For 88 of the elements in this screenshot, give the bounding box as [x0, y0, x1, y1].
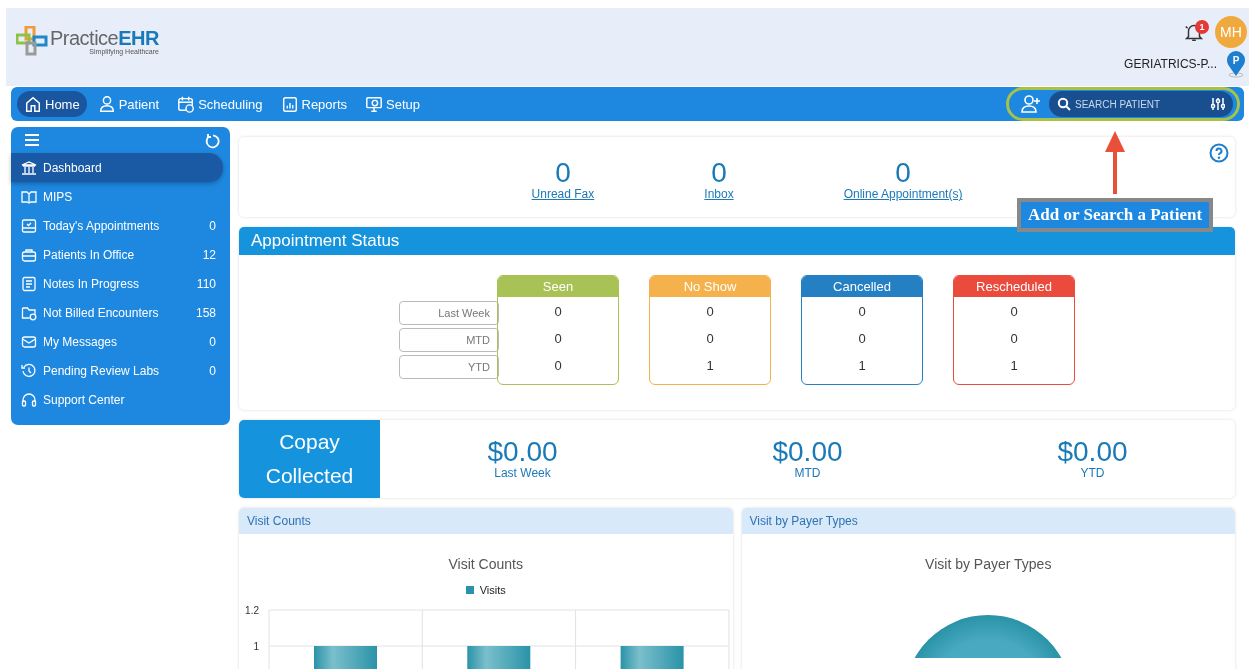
stat-link[interactable]: Inbox: [704, 187, 734, 201]
add-patient-icon[interactable]: [1021, 94, 1041, 114]
menu-icon[interactable]: [24, 133, 40, 147]
table-cell-text: 0: [1009, 330, 1019, 348]
table-cell-text: 0: [857, 303, 867, 321]
sidebar-item[interactable]: My Messages 0: [11, 327, 230, 356]
sidebar-item[interactable]: Notes In Progress 110: [11, 269, 230, 298]
location-pin-icon[interactable]: P: [1225, 50, 1247, 78]
panel-header: Visit by Payer Types: [741, 508, 1235, 534]
table-cell-text: 0: [1009, 303, 1019, 321]
search-icon: [1057, 97, 1071, 111]
history-icon: [21, 362, 37, 379]
mail-icon: [21, 333, 37, 350]
logo-icon: [16, 26, 48, 56]
section-header: Appointment Status: [239, 227, 1235, 255]
nav-tab[interactable]: Setup: [358, 91, 427, 117]
arrow-icon: [1103, 130, 1128, 194]
column-header: Rescheduled: [954, 276, 1074, 297]
refresh-icon[interactable]: [204, 133, 220, 149]
stat-value: 0: [711, 159, 727, 187]
headset-icon: [21, 391, 37, 408]
book-icon: [21, 188, 37, 205]
stat-value: 0: [555, 159, 571, 187]
amount-value: $0.00: [772, 438, 843, 466]
home-icon: [24, 95, 42, 113]
table-cell-text: 0: [705, 303, 715, 321]
nav-tab[interactable]: Home: [17, 91, 87, 117]
table-cell-text: 1: [857, 357, 867, 375]
sidebar-item[interactable]: Today's Appointments 0: [11, 211, 230, 240]
sidebar-item[interactable]: Patients In Office 12: [11, 240, 230, 269]
search-field[interactable]: SEARCH PATIENT: [1049, 91, 1233, 117]
sidebar-item[interactable]: MIPS: [11, 182, 230, 211]
table-cell-text: 0: [553, 303, 563, 321]
document-icon: [21, 275, 37, 292]
legend-label: Visits: [479, 584, 506, 596]
axis-tick-label: 1.2: [245, 605, 259, 616]
amount-label: Last Week: [494, 466, 551, 480]
user-avatar[interactable]: MH: [1215, 16, 1247, 48]
sidebar-item[interactable]: Support Center: [11, 385, 230, 414]
chart-title: Visit Counts: [448, 556, 523, 572]
calendar-icon: [177, 95, 196, 113]
axis-tick-label: 1: [253, 641, 259, 652]
bar: [467, 646, 531, 669]
report-icon: [280, 95, 299, 113]
nav-tab[interactable]: Patient: [90, 91, 167, 117]
nav-tab[interactable]: Reports: [273, 91, 355, 117]
bar: [620, 646, 684, 669]
bar: [314, 646, 377, 669]
column-header: Cancelled: [802, 276, 922, 297]
table-cell-text: 0: [553, 357, 563, 375]
row-label: YTD: [399, 355, 499, 379]
briefcase-icon: [21, 246, 37, 263]
table-cell-text: 1: [1009, 357, 1019, 375]
sidebar-item[interactable]: Dashboard: [11, 153, 223, 182]
amount-value: $0.00: [487, 438, 558, 466]
notification-badge: 1: [1195, 20, 1209, 34]
folder-icon: [21, 304, 37, 321]
table-cell-text: 0: [857, 330, 867, 348]
help-icon[interactable]: [1209, 143, 1229, 163]
stat-link[interactable]: Unread Fax: [531, 187, 595, 201]
pin-letter: P: [1232, 55, 1240, 66]
amount-label: MTD: [794, 466, 821, 480]
stat-value: 0: [895, 159, 911, 187]
stat-link[interactable]: Online Appointment(s): [843, 187, 963, 201]
column-header: No Show: [650, 276, 770, 297]
table-cell-text: 1: [705, 357, 715, 375]
row-label: Last Week: [399, 301, 499, 325]
table-cell-text: 0: [705, 330, 715, 348]
sidebar-item[interactable]: Not Billed Encounters 158: [11, 298, 230, 327]
callout-label: Add or Search a Patient: [1017, 198, 1214, 232]
filter-icon[interactable]: [1211, 97, 1225, 111]
row-label: MTD: [399, 328, 499, 352]
column-header: Seen: [498, 276, 618, 297]
bank-icon: [21, 159, 37, 176]
monitor-icon: [365, 95, 384, 113]
copay-title: Collected: [265, 463, 354, 489]
person-icon: [97, 95, 116, 113]
panel-header: Visit Counts: [239, 508, 733, 534]
calendar-icon: [21, 217, 37, 234]
nav-tab[interactable]: Scheduling: [170, 91, 270, 117]
amount-label: YTD: [1080, 466, 1105, 480]
location-name[interactable]: GERIATRICS-P...: [1124, 57, 1217, 71]
logo-text: PracticeEHR: [50, 27, 159, 48]
table-cell-text: 0: [553, 330, 563, 348]
amount-value: $0.00: [1057, 438, 1128, 466]
sidebar-item[interactable]: Pending Review Labs 0: [11, 356, 230, 385]
copay-title: Copay: [279, 429, 340, 455]
chart-title: Visit by Payer Types: [925, 556, 1052, 572]
